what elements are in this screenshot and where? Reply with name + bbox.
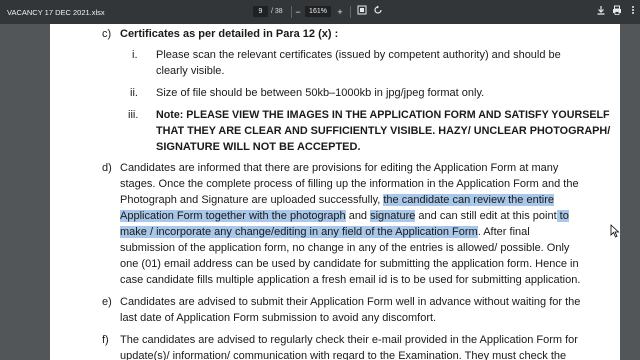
file-title: VACANCY 17 DEC 2021.xlsx <box>7 8 105 17</box>
subitem-ii-line: Size of file should be between 50kb–1000… <box>156 87 485 99</box>
plain-text: and <box>345 210 371 222</box>
subitem-i-line: Please scan the relevant certificates (i… <box>156 49 561 61</box>
note-line: THAT THEY ARE CLEAR AND SUFFICIENTLY VIS… <box>156 125 611 137</box>
item-d-label: d) <box>102 162 112 174</box>
note-line: SIGNATURE WILL NOT BE ACCEPTED. <box>156 141 361 153</box>
paragraph-line: one (01) email address can be used by ca… <box>120 258 579 270</box>
pdf-page: c) Certificates as per detailed in Para … <box>50 24 620 360</box>
item-f-label: f) <box>102 334 109 346</box>
fit-page-icon[interactable] <box>355 5 369 19</box>
print-icon[interactable] <box>610 5 624 19</box>
subitem-ii-label: ii. <box>130 87 138 99</box>
paragraph-line: update(s)/ information/ communication wi… <box>120 350 567 360</box>
pdf-toolbar: VACANCY 17 DEC 2021.xlsx 9 / 38 − 161% + <box>0 0 640 24</box>
subitem-iii-label: iii. <box>128 109 139 121</box>
highlighted-text: make / incorporate any change/editing in… <box>120 226 478 238</box>
toolbar-divider <box>350 6 351 18</box>
subitem-i-line: clearly visible. <box>156 65 225 77</box>
highlighted-text: Application Form together with the photo… <box>120 210 346 222</box>
paragraph-line: Candidates are advised to submit their A… <box>120 296 581 308</box>
subitem-i-label: i. <box>132 49 138 61</box>
item-c-heading: Certificates as per detailed in Para 12 … <box>120 28 339 40</box>
highlighted-text: to <box>556 210 569 222</box>
paragraph-line: make / incorporate any change/editing in… <box>120 225 530 240</box>
more-icon[interactable] <box>626 5 640 19</box>
paragraph-line: stages. Once the complete process of fil… <box>120 178 579 190</box>
paragraph-line: last date of Application Form submission… <box>120 312 437 324</box>
paragraph-line: case candidate fills multiple applicatio… <box>120 274 581 286</box>
page-total: / 38 <box>271 8 283 15</box>
rotate-icon[interactable] <box>371 5 385 19</box>
paragraph-line: Candidates are informed that there are p… <box>120 162 559 174</box>
plain-text: . After final <box>477 226 530 238</box>
paragraph-line: Photograph and Signature are uploaded su… <box>120 193 554 208</box>
mouse-cursor-icon <box>610 224 620 238</box>
zoom-in-button[interactable]: + <box>333 5 347 19</box>
item-e-label: e) <box>102 296 112 308</box>
paragraph-line: The candidates are advised to regularly … <box>120 334 578 346</box>
plain-text: Photograph and Signature are uploaded su… <box>120 194 384 206</box>
zoom-out-button[interactable]: − <box>291 5 305 19</box>
plain-text: and can still edit at this point <box>415 210 557 222</box>
highlighted-text: signature <box>370 210 416 222</box>
page-number-input[interactable]: 9 <box>253 6 268 17</box>
zoom-input[interactable]: 161% <box>305 6 331 17</box>
pdf-viewer[interactable]: c) Certificates as per detailed in Para … <box>0 24 640 360</box>
note-line: Note: PLEASE VIEW THE IMAGES IN THE APPL… <box>156 109 610 121</box>
paragraph-line: submission of the application form, no c… <box>120 242 570 254</box>
paragraph-line: Application Form together with the photo… <box>120 209 569 224</box>
item-c-label: c) <box>102 28 112 40</box>
highlighted-text: the candidate can review the entire <box>383 194 554 206</box>
download-icon[interactable] <box>594 5 608 19</box>
